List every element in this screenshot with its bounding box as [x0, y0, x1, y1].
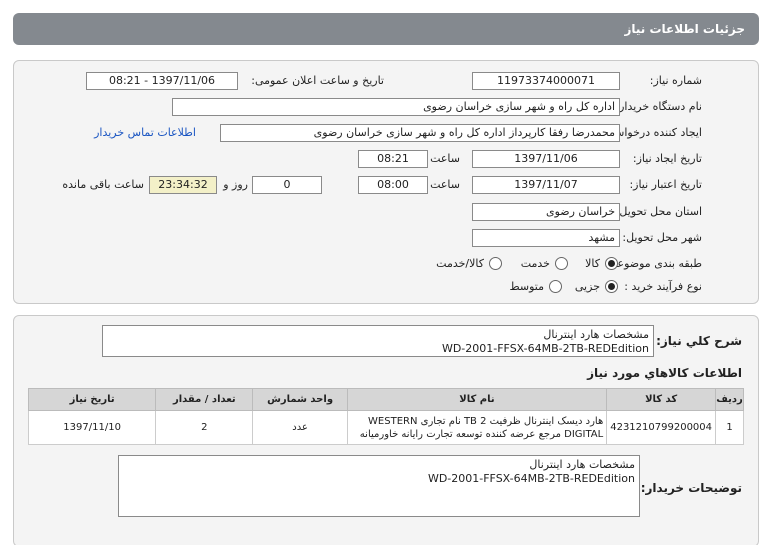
buyer-org-field: اداره کل راه و شهر سازی خراسان رضوی: [172, 98, 620, 116]
remaining-time-field: 23:34:32: [149, 176, 217, 194]
announce-label: تاریخ و ساعت اعلان عمومی:: [251, 74, 384, 87]
summary-box: مشخصات هارد اینترنال WD-2001-FFSX-64MB-2…: [102, 325, 654, 357]
category-radio-service[interactable]: [555, 257, 568, 270]
col-header-unit: واحد شمارش: [252, 388, 348, 411]
col-header-date: تاریخ نیاز: [27, 388, 157, 411]
created-date-label: تاریخ ایجاد نیاز:: [632, 152, 702, 165]
col-header-index: رديف: [715, 388, 744, 411]
cell-date: 1397/11/10: [27, 410, 157, 445]
items-section-title: اطلاعات کالاهاي مورد نياز: [587, 366, 742, 380]
table-row: 1 4231210799200004 هارد دیسک اینترنال ظر…: [27, 410, 744, 445]
validity-days-field: 0: [252, 176, 322, 194]
remaining-label: ساعت باقی مانده: [62, 178, 144, 191]
category-label: طبقه بندی موضوعی:: [604, 257, 702, 270]
col-header-qty: تعداد / مقدار: [155, 388, 254, 411]
validity-date-label: تاریخ اعتبار نیاز:: [629, 178, 702, 191]
created-date-field: 1397/11/06: [472, 150, 620, 168]
buyer-notes-line-2: WD-2001-FFSX-64MB-2TB-REDEdition: [427, 472, 635, 485]
page-title: جزئیات اطلاعات نیاز: [624, 22, 745, 36]
page-header: جزئیات اطلاعات نیاز: [13, 13, 759, 45]
cell-qty: 2: [155, 410, 254, 445]
need-details-panel: شماره نیاز: 11973374000071 تاریخ و ساعت …: [13, 60, 759, 304]
province-label: استان محل تحویل:: [615, 205, 702, 218]
cell-name-line-1: هارد دیسک اینترنال ظرفیت 2 TB نام تجاری …: [368, 415, 604, 427]
process-label: نوع فرآیند خرید :: [624, 280, 702, 293]
category-radio-goods-service[interactable]: [489, 257, 502, 270]
category-radio-goods[interactable]: [605, 257, 618, 270]
buyer-notes-line-1: مشخصات هارد اینترنال: [529, 458, 635, 471]
col-header-code: کد کالا: [606, 388, 717, 411]
summary-line-1: مشخصات هارد اینترنال: [543, 328, 649, 341]
cell-index: 1: [715, 410, 744, 445]
category-option-goods: کالا: [585, 257, 600, 270]
items-table: رديف کد کالا نام کالا واحد شمارش تعداد /…: [27, 388, 744, 445]
city-field: مشهد: [472, 229, 620, 247]
created-time-label: ساعت: [430, 152, 460, 165]
city-label: شهر محل تحویل:: [622, 231, 702, 244]
validity-time-label: ساعت: [430, 178, 460, 191]
requester-field: محمدرضا رفقا کارپرداز اداره کل راه و شهر…: [220, 124, 620, 142]
created-time-field: 08:21: [358, 150, 428, 168]
cell-code: 4231210799200004: [606, 410, 717, 445]
process-option-minor: جزیی: [574, 280, 600, 293]
buyer-org-label: نام دستگاه خریدار:: [615, 100, 702, 113]
validity-time-field: 08:00: [358, 176, 428, 194]
cell-unit: عدد: [252, 410, 348, 445]
need-number-label: شماره نیاز:: [649, 74, 702, 87]
province-field: خراسان رضوی: [472, 203, 620, 221]
buyer-contact-link[interactable]: اطلاعات تماس خریدار: [94, 126, 196, 139]
buyer-notes-label: توضیحات خریدار:: [640, 481, 742, 495]
cell-name-line-2: DIGITAL مرجع عرضه کننده توسعه تجارت رایا…: [359, 428, 604, 440]
summary-label: شرح کلي نياز:: [656, 334, 742, 348]
summary-line-2: WD-2001-FFSX-64MB-2TB-REDEdition: [441, 342, 649, 355]
validity-date-field: 1397/11/07: [472, 176, 620, 194]
col-header-name: نام کالا: [346, 388, 608, 411]
cell-name: هارد دیسک اینترنال ظرفیت 2 TB نام تجاری …: [346, 410, 608, 445]
buyer-notes-box: مشخصات هارد اینترنال WD-2001-FFSX-64MB-2…: [118, 455, 640, 517]
category-option-service: خدمت: [520, 257, 550, 270]
process-radio-medium[interactable]: [549, 280, 562, 293]
process-radio-minor[interactable]: [605, 280, 618, 293]
announce-field: 1397/11/06 - 08:21: [86, 72, 238, 90]
days-label: روز و: [223, 178, 248, 191]
process-option-medium: متوسط: [509, 280, 544, 293]
category-option-goods-service: کالا/خدمت: [436, 257, 484, 270]
need-number-field: 11973374000071: [472, 72, 620, 90]
items-panel: شرح کلي نياز: مشخصات هارد اینترنال WD-20…: [13, 315, 759, 545]
